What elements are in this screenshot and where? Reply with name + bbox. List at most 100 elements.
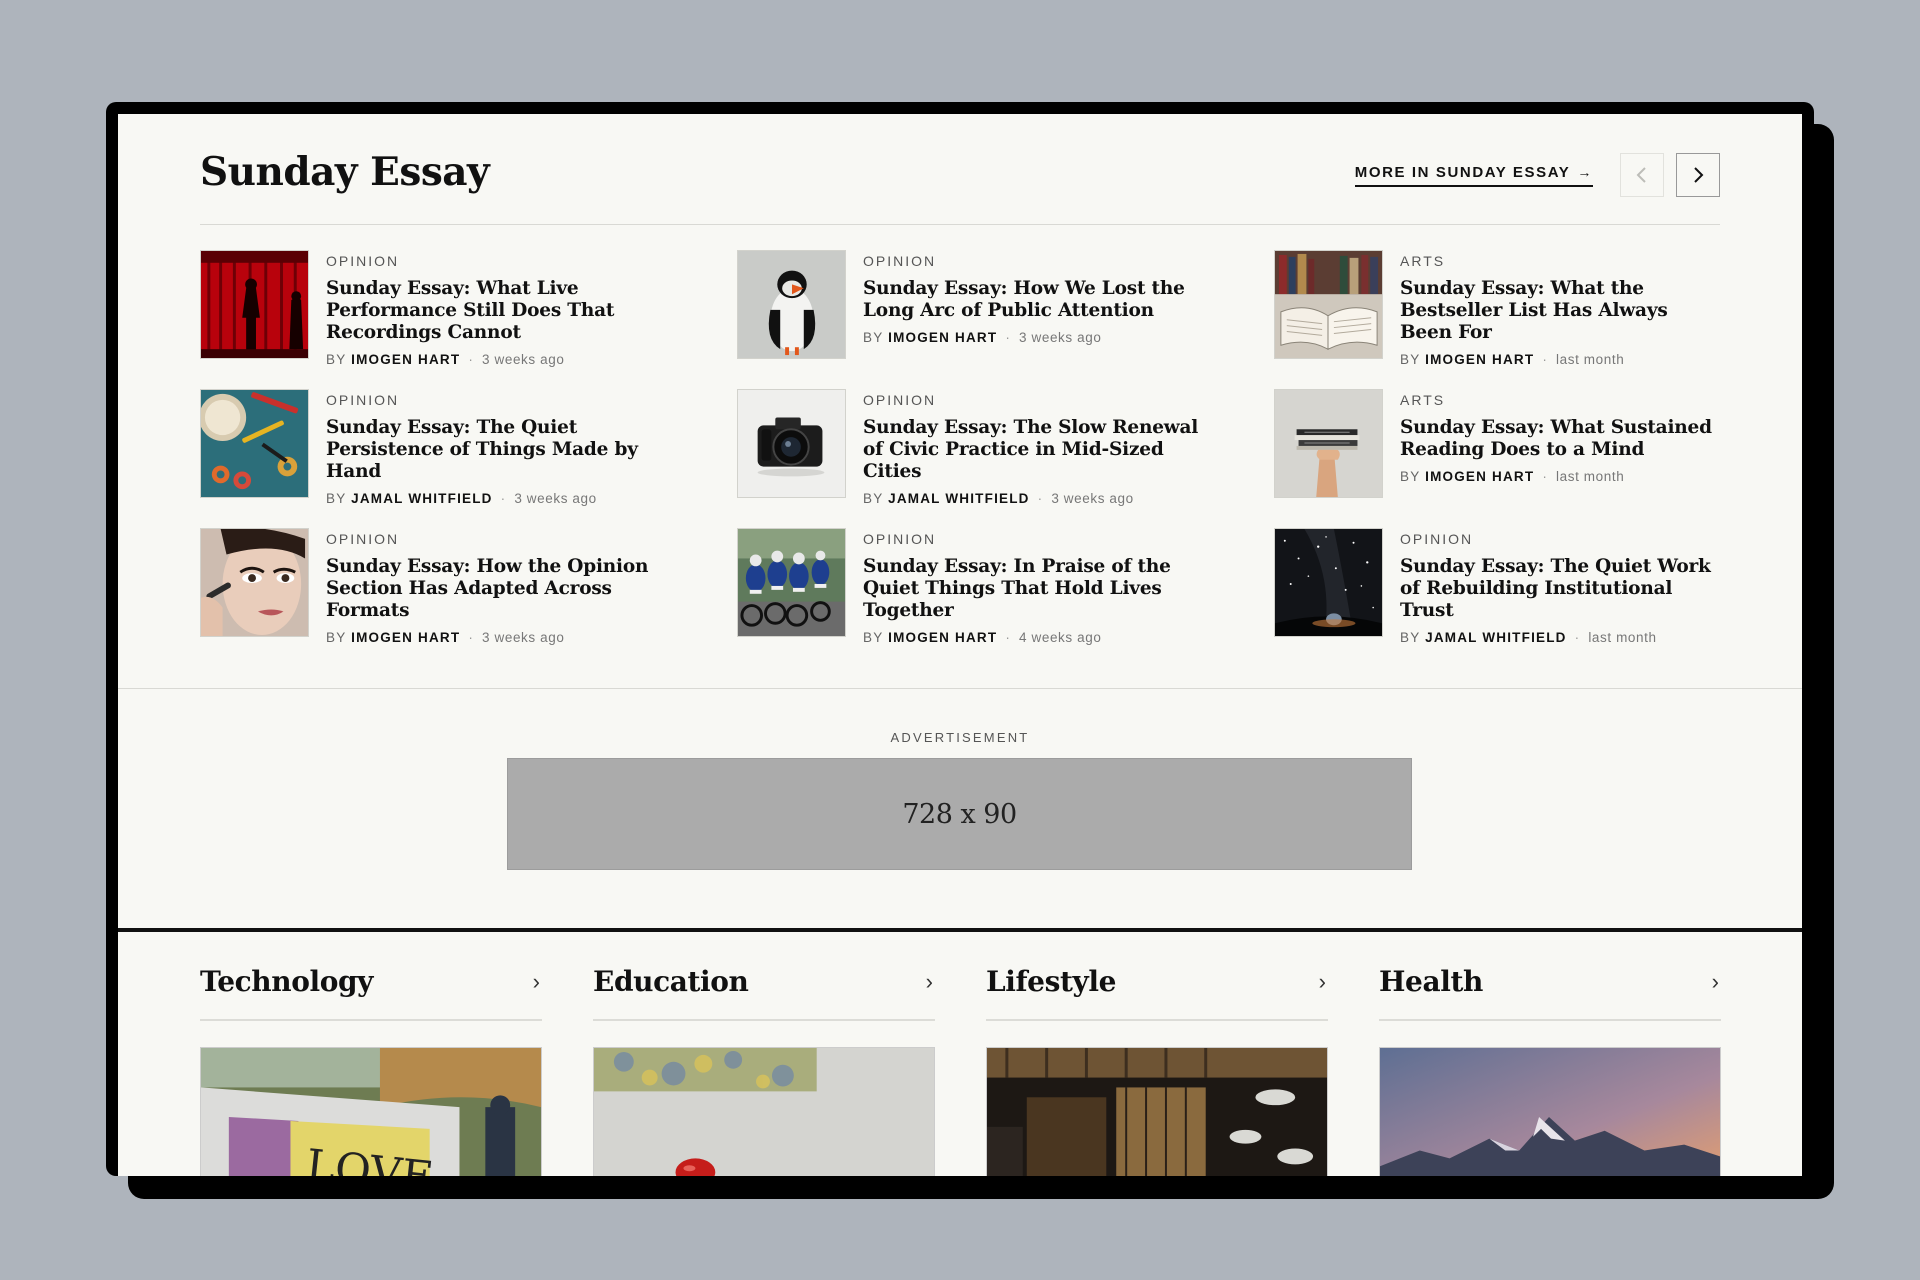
category-title[interactable]: Health bbox=[1379, 965, 1483, 998]
article-card[interactable]: ARTS Sunday Essay: What Sustained Readin… bbox=[1274, 389, 1720, 528]
article-author[interactable]: JAMAL WHITFIELD bbox=[1425, 630, 1567, 645]
article-author[interactable]: IMOGEN HART bbox=[1425, 469, 1534, 484]
article-body: OPINION Sunday Essay: The Quiet Work of … bbox=[1400, 528, 1720, 667]
article-thumbnail[interactable] bbox=[737, 250, 846, 359]
article-title[interactable]: Sunday Essay: How We Lost the Long Arc o… bbox=[863, 278, 1223, 322]
advertisement-label: ADVERTISEMENT bbox=[890, 730, 1030, 745]
category-title[interactable]: Technology bbox=[200, 965, 373, 998]
carousel-next-button[interactable] bbox=[1676, 153, 1720, 197]
category-title[interactable]: Lifestyle bbox=[986, 965, 1116, 998]
article-time: 3 weeks ago bbox=[482, 630, 565, 645]
article-kicker[interactable]: OPINION bbox=[326, 531, 686, 547]
article-thumbnail[interactable] bbox=[1274, 528, 1383, 637]
article-title[interactable]: Sunday Essay: What Live Performance Stil… bbox=[326, 278, 686, 344]
article-body: ARTS Sunday Essay: What the Bestseller L… bbox=[1400, 250, 1720, 389]
more-link-label: MORE IN SUNDAY ESSAY bbox=[1354, 163, 1571, 181]
article-card[interactable]: ARTS Sunday Essay: What the Bestseller L… bbox=[1274, 250, 1720, 389]
byline-prefix: BY bbox=[326, 352, 347, 367]
article-author[interactable]: IMOGEN HART bbox=[888, 330, 997, 345]
article-card[interactable]: OPINION Sunday Essay: In Praise of the Q… bbox=[737, 528, 1274, 667]
chevron-right-icon[interactable]: › bbox=[1319, 969, 1326, 995]
article-author[interactable]: IMOGEN HART bbox=[351, 352, 460, 367]
byline-separator: · bbox=[1542, 469, 1549, 484]
category-lead-image[interactable] bbox=[986, 1047, 1328, 1176]
device-frame: Sunday Essay MORE IN SUNDAY ESSAY → OPIN… bbox=[106, 102, 1814, 1176]
article-time: last month bbox=[1556, 352, 1625, 367]
article-title[interactable]: Sunday Essay: In Praise of the Quiet Thi… bbox=[863, 556, 1223, 622]
camera-photo bbox=[738, 390, 845, 497]
byline-prefix: BY bbox=[863, 330, 884, 345]
article-byline: BY IMOGEN HART · 3 weeks ago bbox=[326, 352, 686, 367]
article-time: last month bbox=[1556, 469, 1625, 484]
article-body: OPINION Sunday Essay: How We Lost the Lo… bbox=[863, 250, 1223, 389]
article-time: last month bbox=[1588, 630, 1657, 645]
article-title[interactable]: Sunday Essay: The Quiet Persistence of T… bbox=[326, 417, 686, 483]
article-title[interactable]: Sunday Essay: What Sustained Reading Doe… bbox=[1400, 417, 1720, 461]
chevron-right-icon bbox=[1694, 167, 1704, 183]
cyclists-photo bbox=[738, 529, 845, 636]
article-title[interactable]: Sunday Essay: The Slow Renewal of Civic … bbox=[863, 417, 1223, 483]
article-author[interactable]: IMOGEN HART bbox=[351, 630, 460, 645]
article-kicker[interactable]: OPINION bbox=[1400, 531, 1720, 547]
article-card[interactable]: OPINION Sunday Essay: The Slow Renewal o… bbox=[737, 389, 1274, 528]
advertisement-banner[interactable]: 728 x 90 bbox=[507, 758, 1412, 870]
article-title[interactable]: Sunday Essay: How the Opinion Section Ha… bbox=[326, 556, 686, 622]
article-card[interactable]: OPINION Sunday Essay: The Quiet Work of … bbox=[1274, 528, 1720, 667]
article-author[interactable]: IMOGEN HART bbox=[1425, 352, 1534, 367]
category-lead-image[interactable] bbox=[593, 1047, 935, 1176]
article-kicker[interactable]: ARTS bbox=[1400, 253, 1720, 269]
article-thumbnail[interactable] bbox=[1274, 389, 1383, 498]
category-header[interactable]: Technology › bbox=[200, 932, 542, 1021]
article-title[interactable]: Sunday Essay: What the Bestseller List H… bbox=[1400, 278, 1720, 344]
article-thumbnail[interactable] bbox=[200, 389, 309, 498]
article-grid: OPINION Sunday Essay: What Live Performa… bbox=[200, 250, 1720, 667]
category-lead-image[interactable] bbox=[1379, 1047, 1721, 1176]
article-thumbnail[interactable] bbox=[200, 250, 309, 359]
article-card[interactable]: OPINION Sunday Essay: The Quiet Persiste… bbox=[200, 389, 737, 528]
article-kicker[interactable]: OPINION bbox=[863, 392, 1223, 408]
craft-tools-photo bbox=[201, 390, 308, 497]
category-header[interactable]: Lifestyle › bbox=[986, 932, 1328, 1021]
article-kicker[interactable]: OPINION bbox=[863, 531, 1223, 547]
article-kicker[interactable]: OPINION bbox=[326, 392, 686, 408]
love-sign-photo: LOVE bbox=[201, 1048, 541, 1176]
article-kicker[interactable]: ARTS bbox=[1400, 392, 1720, 408]
article-byline: BY JAMAL WHITFIELD · 3 weeks ago bbox=[863, 491, 1223, 506]
article-title[interactable]: Sunday Essay: The Quiet Work of Rebuildi… bbox=[1400, 556, 1720, 622]
restaurant-interior-photo bbox=[987, 1048, 1327, 1176]
article-byline: BY IMOGEN HART · last month bbox=[1400, 469, 1720, 484]
byline-separator: · bbox=[1037, 491, 1044, 506]
category-title[interactable]: Education bbox=[593, 965, 749, 998]
arrow-right-icon: → bbox=[1577, 164, 1593, 180]
byline-prefix: BY bbox=[326, 491, 347, 506]
article-author[interactable]: JAMAL WHITFIELD bbox=[351, 491, 493, 506]
byline-prefix: BY bbox=[863, 491, 884, 506]
more-in-section-link[interactable]: MORE IN SUNDAY ESSAY → bbox=[1354, 163, 1593, 187]
chevron-right-icon[interactable]: › bbox=[533, 969, 540, 995]
article-byline: BY IMOGEN HART · last month bbox=[1400, 352, 1720, 367]
article-card[interactable]: OPINION Sunday Essay: What Live Performa… bbox=[200, 250, 737, 389]
byline-prefix: BY bbox=[326, 630, 347, 645]
article-thumbnail[interactable] bbox=[200, 528, 309, 637]
article-kicker[interactable]: OPINION bbox=[326, 253, 686, 269]
article-body: ARTS Sunday Essay: What Sustained Readin… bbox=[1400, 389, 1720, 528]
article-author[interactable]: JAMAL WHITFIELD bbox=[888, 491, 1030, 506]
category-header[interactable]: Education › bbox=[593, 932, 935, 1021]
article-card[interactable]: OPINION Sunday Essay: How We Lost the Lo… bbox=[737, 250, 1274, 389]
sunday-essay-section: Sunday Essay MORE IN SUNDAY ESSAY → OPIN… bbox=[200, 114, 1720, 667]
article-kicker[interactable]: OPINION bbox=[863, 253, 1223, 269]
carousel-prev-button[interactable] bbox=[1620, 153, 1664, 197]
article-byline: BY IMOGEN HART · 4 weeks ago bbox=[863, 630, 1223, 645]
section-title: Sunday Essay bbox=[200, 149, 490, 195]
puffin-photo bbox=[738, 251, 845, 358]
article-thumbnail[interactable] bbox=[737, 389, 846, 498]
article-card[interactable]: OPINION Sunday Essay: How the Opinion Se… bbox=[200, 528, 737, 667]
chevron-right-icon[interactable]: › bbox=[1712, 969, 1719, 995]
chevron-right-icon[interactable]: › bbox=[926, 969, 933, 995]
category-lead-image[interactable]: LOVE bbox=[200, 1047, 542, 1176]
article-author[interactable]: IMOGEN HART bbox=[888, 630, 997, 645]
category-header[interactable]: Health › bbox=[1379, 932, 1721, 1021]
article-body: OPINION Sunday Essay: The Slow Renewal o… bbox=[863, 389, 1223, 528]
article-thumbnail[interactable] bbox=[737, 528, 846, 637]
article-thumbnail[interactable] bbox=[1274, 250, 1383, 359]
